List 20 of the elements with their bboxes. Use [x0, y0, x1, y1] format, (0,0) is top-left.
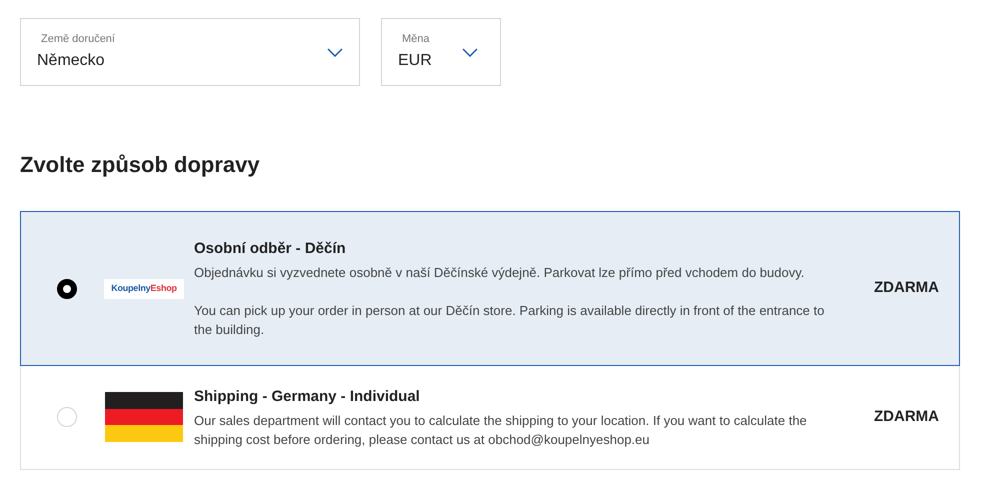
- dropdown-field[interactable]: Měna EUR: [381, 18, 501, 86]
- field-label: Měna: [402, 32, 431, 47]
- field-value: EUR: [398, 51, 432, 72]
- shop-logo: KoupelnyEshop: [104, 278, 184, 298]
- radio-button[interactable]: [56, 278, 76, 298]
- section-heading: Zvolte způsob dopravy: [20, 151, 261, 179]
- field-value: Německo: [37, 51, 106, 72]
- option-description: You can pick up your order in person at our Děčín store. Parking is available directly in front of the entrance to the building.: [194, 302, 826, 339]
- option-title: Shipping - Germany - Individual: [194, 387, 421, 407]
- flag-icon: [105, 392, 183, 442]
- option-description: Our sales department will contact you to calculate the shipping to your location. If you want to calculate the shipping cost before ordering, please contact us at obchod@koupelnyeshop.eu: [194, 412, 808, 448]
- chevron-down-icon: [462, 48, 478, 56]
- shipping-option[interactable]: [20, 211, 960, 366]
- dropdown-field[interactable]: Země doručení Německo: [20, 18, 360, 86]
- field-label: Země doručení: [41, 32, 115, 47]
- price-label: ZDARMA: [874, 407, 939, 427]
- option-title: Osobní odběr - Děčín: [194, 239, 347, 260]
- option-description: Objednávku si vyzvednete osobně v naší Děčínské výdejně. Parkovat lze přímo před vchodem do budovy.: [194, 264, 806, 282]
- price-label: ZDARMA: [874, 278, 939, 298]
- chevron-down-icon: [327, 48, 343, 56]
